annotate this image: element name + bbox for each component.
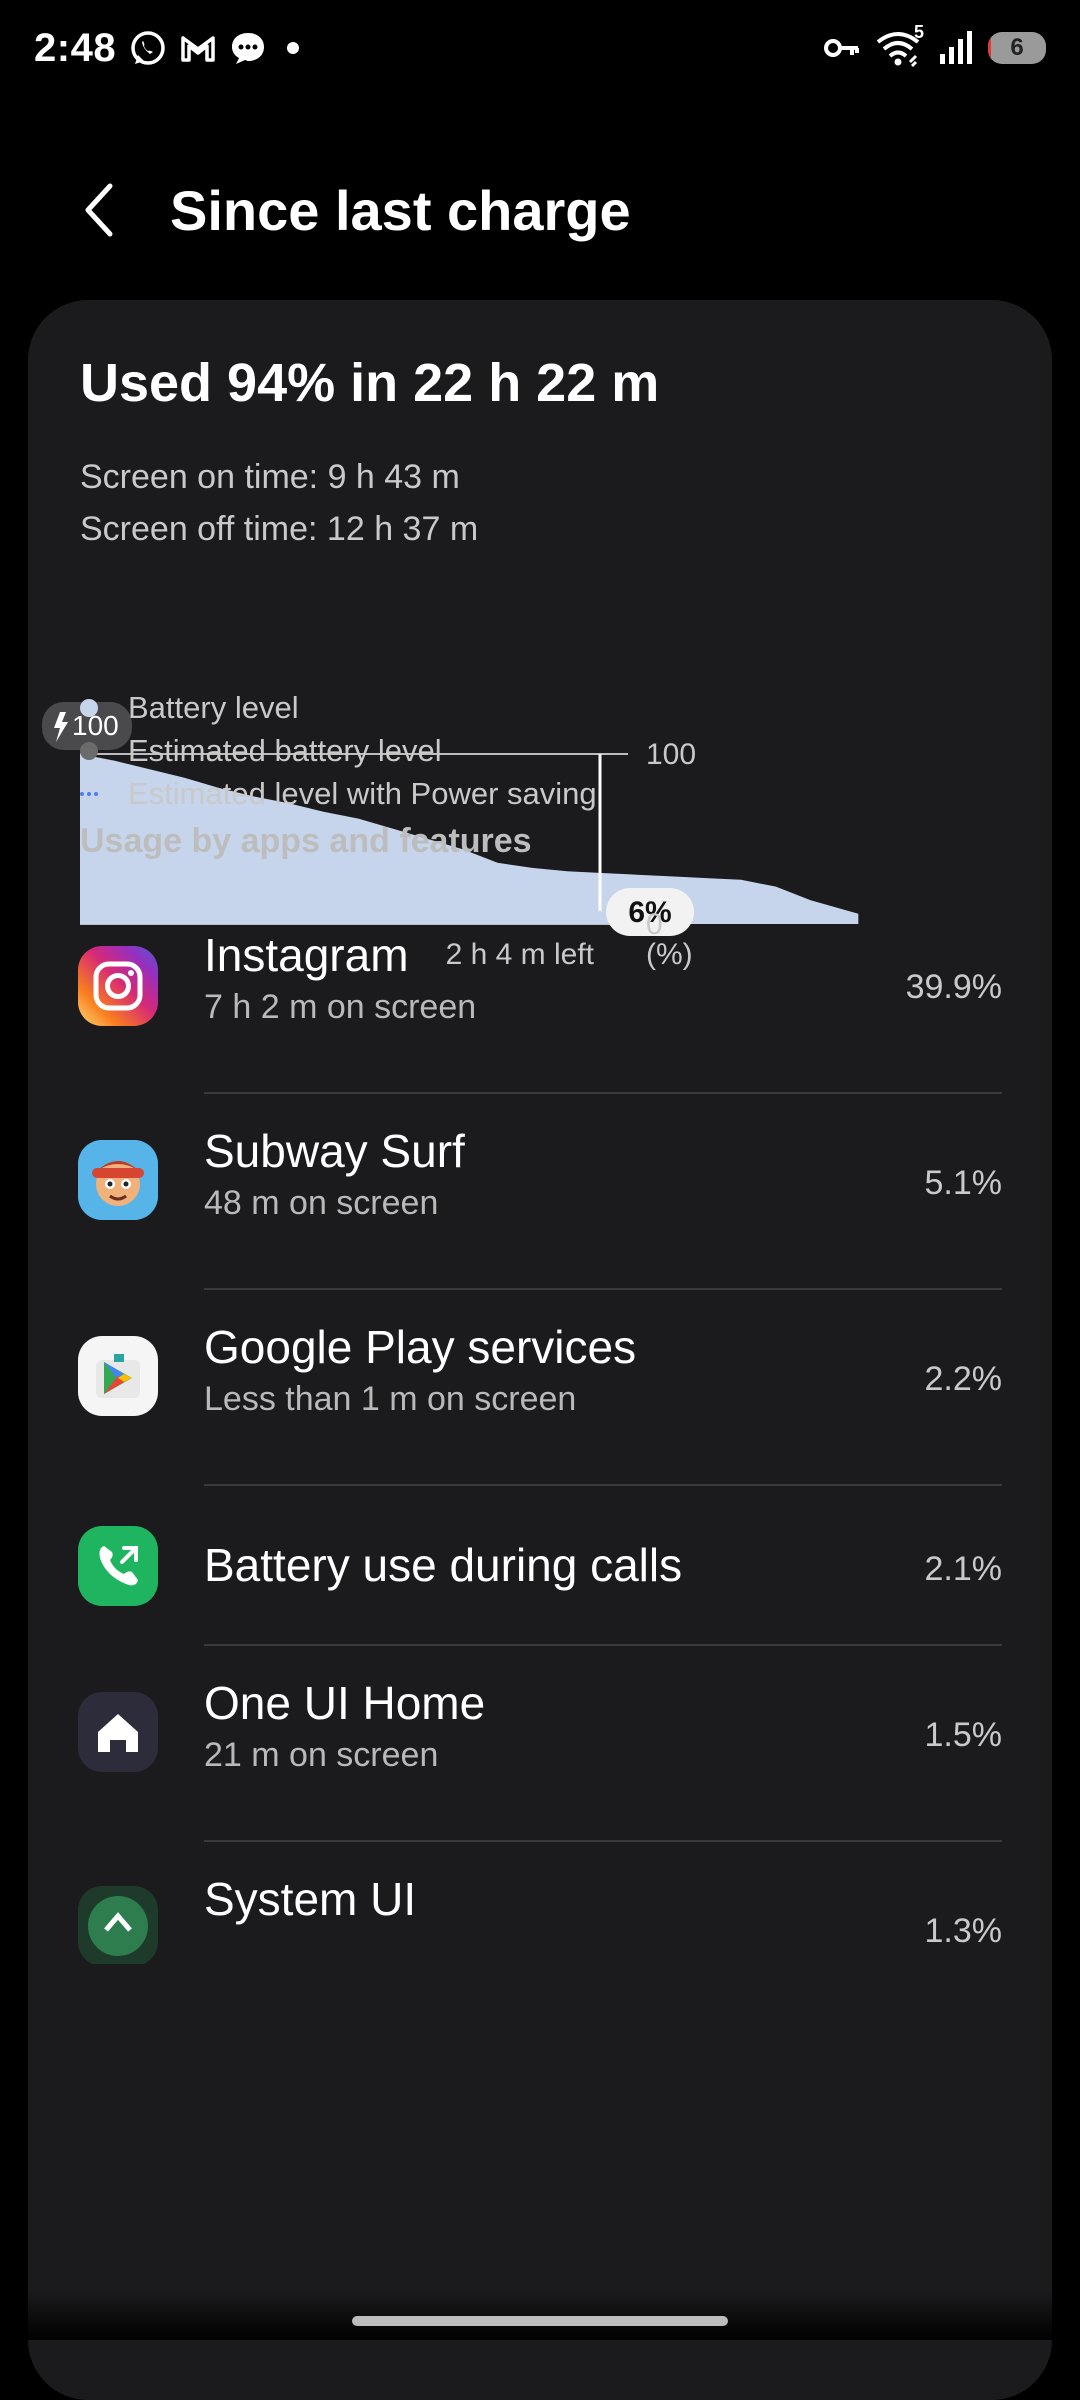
app-name: One UI Home	[204, 1677, 486, 1729]
home-indicator[interactable]	[352, 2316, 728, 2326]
notification-icons	[128, 28, 308, 68]
usage-section-title: Usage by apps and features	[80, 822, 532, 860]
page-title: Since last charge	[170, 179, 631, 242]
divider	[204, 1092, 1002, 1094]
app-name: Subway Surf	[204, 1125, 465, 1177]
app-row-battery-use-during-calls[interactable]: Battery use during calls 2.1%	[28, 1488, 1052, 1646]
signal-icon	[938, 28, 974, 68]
legend-label: Battery level	[128, 690, 299, 725]
app-usage-percent: 1.3%	[924, 1912, 1003, 1950]
battery-level: 6	[1010, 34, 1024, 61]
app-row-one-ui-home[interactable]: One UI Home 21 m on screen 1.5%	[28, 1648, 1052, 1842]
app-row-subway-surf[interactable]: Subway Surf 48 m on screen 5.1%	[28, 1096, 1052, 1290]
wifi-label: 5	[913, 22, 924, 42]
app-bar: Since last charge	[0, 160, 1080, 260]
instagram-icon	[78, 946, 158, 1026]
phone-icon	[78, 1526, 158, 1606]
status-time: 2:48	[34, 26, 117, 70]
wifi-icon: 5	[876, 22, 924, 68]
gmail-icon	[178, 28, 218, 68]
battery-indicator: 6	[988, 32, 1046, 64]
app-name: Instagram	[204, 929, 409, 981]
whatsapp-icon	[128, 28, 168, 68]
app-row-google-play-services[interactable]: Google Play services Less than 1 m on sc…	[28, 1292, 1052, 1486]
system-ui-icon	[78, 1886, 158, 1964]
divider	[204, 1644, 1002, 1646]
battery-fill	[988, 32, 992, 64]
app-name: Google Play services	[204, 1321, 637, 1373]
legend-estimated-level: Estimated battery level	[80, 733, 442, 769]
app-screen-time: 21 m on screen	[204, 1736, 439, 1774]
legend-label: Estimated level with Power saving	[128, 776, 597, 811]
back-button[interactable]	[70, 180, 130, 240]
messages-icon	[228, 28, 268, 68]
chevron-left-icon	[85, 183, 113, 237]
app-screen-time: Less than 1 m on screen	[204, 1380, 577, 1418]
google-play-services-icon	[78, 1336, 158, 1416]
app-usage-percent: 2.1%	[924, 1550, 1003, 1588]
divider	[204, 1288, 1002, 1290]
legend-battery-level: Battery level	[80, 690, 299, 726]
system-icons: 5 6	[822, 22, 1046, 68]
y-tick-100: 100	[646, 738, 696, 771]
home-icon	[78, 1692, 158, 1772]
app-usage-percent: 5.1%	[924, 1164, 1003, 1202]
legend-swatch	[80, 742, 98, 760]
divider	[204, 1484, 1002, 1486]
vpn-key-icon	[822, 28, 862, 68]
battery-usage-card: Used 94% in 22 h 22 m Screen on time: 9 …	[28, 300, 1052, 2400]
legend-power-saving: Estimated level with Power saving	[80, 776, 597, 812]
app-screen-time: 48 m on screen	[204, 1184, 439, 1222]
app-usage-percent: 2.2%	[924, 1360, 1003, 1398]
app-row-system-ui[interactable]: System UI 1.3%	[28, 1844, 1052, 1964]
app-usage-percent: 1.5%	[924, 1716, 1003, 1754]
screen-on-time: Screen on time: 9 h 43 m	[80, 458, 460, 496]
usage-summary-title: Used 94% in 22 h 22 m	[80, 353, 660, 413]
legend-swatch	[80, 699, 98, 717]
screen-off-time: Screen off time: 12 h 37 m	[80, 510, 479, 548]
app-name: Battery use during calls	[204, 1539, 683, 1591]
dot-icon	[278, 28, 308, 68]
app-screen-time: 7 h 2 m on screen	[204, 988, 477, 1026]
app-row-instagram[interactable]: Instagram 7 h 2 m on screen 39.9%	[28, 900, 1052, 1094]
divider	[204, 1840, 1002, 1842]
bottom-fade	[28, 2290, 1052, 2340]
app-usage-percent: 39.9%	[905, 968, 1002, 1006]
app-name: System UI	[204, 1873, 417, 1925]
legend-label: Estimated battery level	[128, 733, 442, 768]
subway-surf-icon	[78, 1140, 158, 1220]
legend-dotted-swatch	[80, 792, 98, 796]
status-bar: 2:48 5 6	[0, 0, 1080, 100]
